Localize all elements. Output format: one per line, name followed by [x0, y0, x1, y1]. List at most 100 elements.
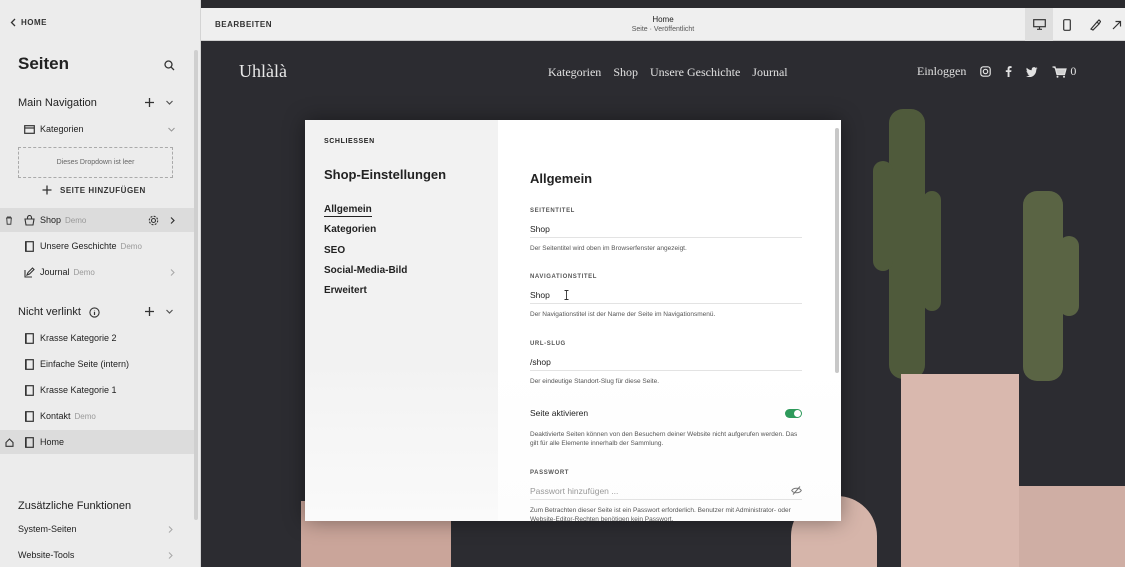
info-icon[interactable]	[89, 306, 100, 318]
cart-count: 0	[1070, 64, 1077, 78]
url-slug-input[interactable]: /shop	[530, 353, 802, 371]
demo-badge: Demo	[74, 411, 96, 421]
sidebar-item-kategorien[interactable]: Kategorien	[0, 117, 194, 141]
site-header-actions: Einloggen 0	[917, 64, 1076, 79]
sidebar-item-label: Krasse Kategorie 1	[40, 385, 117, 395]
enable-page-label: Seite aktivieren	[530, 408, 589, 418]
url-slug-label: URL-SLUG	[530, 341, 566, 347]
demo-badge: Demo	[65, 215, 87, 225]
sidebar-item-label: System-Seiten	[18, 524, 77, 534]
site-nav-item[interactable]: Journal	[752, 65, 787, 80]
settings-content-panel: Allgemein SEITENTITEL Shop Der Seitentit…	[498, 120, 841, 521]
chevron-left-icon	[10, 18, 16, 27]
sidebar-item-krasse-kategorie-1[interactable]: Krasse Kategorie 1	[0, 378, 194, 402]
desktop-view-icon[interactable]	[1025, 8, 1053, 41]
page-icon	[18, 436, 40, 448]
sidebar-scrollbar[interactable]	[194, 50, 198, 520]
search-icon[interactable]	[164, 58, 175, 76]
sidebar-item-website-tools[interactable]: Website-Tools	[18, 543, 176, 567]
sidebar-item-label: Einfache Seite (intern)	[40, 359, 130, 369]
settings-tab-kategorien[interactable]: Kategorien	[324, 224, 407, 244]
page-icon	[18, 384, 40, 396]
sidebar-item-journal[interactable]: Journal Demo	[0, 260, 194, 284]
expand-arrow-icon[interactable]	[1109, 8, 1125, 41]
chevron-down-icon[interactable]	[165, 98, 174, 107]
site-nav-item[interactable]: Unsere Geschichte	[650, 65, 740, 80]
gear-icon[interactable]	[148, 215, 159, 226]
cactus-image	[889, 109, 925, 379]
blog-icon	[18, 266, 40, 278]
page-icon	[18, 332, 40, 344]
chevron-right-icon[interactable]	[169, 216, 176, 225]
home-link-label: HOME	[21, 18, 47, 27]
sidebar-item-label: Journal	[40, 267, 70, 277]
sidebar-item-label: Shop	[40, 215, 62, 225]
editor-topbar: BEARBEITEN Home Seite · Veröffentlicht	[201, 8, 1125, 41]
sidebar-title: Seiten	[18, 54, 70, 73]
url-slug-help: Der eindeutige Standort-Slug für diese S…	[530, 378, 659, 385]
twitter-icon[interactable]	[1026, 66, 1038, 77]
sidebar-item-shop[interactable]: Shop Demo	[0, 208, 194, 232]
site-logo[interactable]: Uhlàlà	[239, 61, 287, 82]
settings-tab-label: Allgemein	[324, 204, 372, 217]
page-title-value: Shop	[530, 223, 550, 234]
page-title-input[interactable]: Shop	[530, 220, 802, 238]
close-button[interactable]: SCHLIESSEN	[324, 138, 375, 145]
site-nav-item[interactable]: Shop	[613, 65, 638, 80]
sidebar-item-label: Krasse Kategorie 2	[40, 333, 117, 343]
modal-scrollbar[interactable]	[835, 128, 839, 373]
login-link[interactable]: Einloggen	[917, 64, 966, 79]
nav-title-help: Der Navigationstitel ist der Name der Se…	[530, 311, 716, 318]
site-nav-item[interactable]: Kategorien	[548, 65, 601, 80]
sidebar-item-kontakt[interactable]: Kontakt Demo	[0, 404, 194, 428]
settings-tab-social-image[interactable]: Social-Media-Bild	[324, 265, 407, 285]
sidebar-item-krasse-kategorie-2[interactable]: Krasse Kategorie 2	[0, 326, 194, 350]
sidebar-item-label: Kontakt	[40, 411, 71, 421]
instagram-icon[interactable]	[980, 66, 992, 77]
settings-tab-seo[interactable]: SEO	[324, 245, 407, 265]
facebook-icon[interactable]	[1005, 66, 1012, 77]
password-help: Zum Betrachten dieser Seite ist ein Pass…	[530, 507, 791, 521]
settings-menu-panel: SCHLIESSEN Shop-Einstellungen Allgemein …	[305, 120, 498, 521]
not-linked-label: Nicht verlinkt	[18, 306, 81, 318]
cart-link[interactable]: 0	[1052, 64, 1076, 79]
url-slug-value: /shop	[530, 356, 551, 367]
sidebar-item-home[interactable]: Home	[0, 430, 194, 454]
sidebar-item-label: Website-Tools	[18, 550, 75, 560]
sidebar-item-label: Unsere Geschichte	[40, 241, 117, 251]
chevron-down-icon[interactable]	[167, 125, 176, 134]
chevron-right-icon[interactable]	[169, 268, 176, 277]
add-page-button[interactable]: SEITE HINZUFÜGEN	[42, 185, 146, 195]
planter-image	[901, 374, 1019, 567]
password-label: PASSWORT	[530, 470, 570, 476]
settings-menu: Allgemein Kategorien SEO Social-Media-Bi…	[324, 204, 407, 305]
not-linked-header: Nicht verlinkt	[18, 306, 100, 318]
folder-icon	[18, 124, 40, 134]
text-cursor-icon	[564, 289, 569, 300]
sidebar-item-unsere-geschichte[interactable]: Unsere Geschichte Demo	[0, 234, 194, 258]
settings-tab-erweitert[interactable]: Erweitert	[324, 285, 407, 305]
cactus-arm-image	[923, 191, 941, 311]
sidebar-item-system-pages[interactable]: System-Seiten	[18, 517, 176, 541]
page-icon	[18, 410, 40, 422]
eye-off-icon[interactable]	[791, 486, 802, 495]
chevron-right-icon	[168, 525, 173, 533]
cactus-arm-image	[873, 161, 893, 271]
enable-page-toggle[interactable]	[785, 408, 802, 418]
nav-title-input[interactable]: Shop	[530, 286, 802, 304]
plus-icon[interactable]	[144, 97, 155, 108]
chevron-down-icon[interactable]	[165, 307, 174, 316]
style-brush-icon[interactable]	[1081, 8, 1109, 41]
enable-page-row: Seite aktivieren	[530, 408, 802, 418]
demo-badge: Demo	[120, 241, 142, 251]
password-input[interactable]: Passwort hinzufügen ...	[530, 482, 802, 500]
enable-page-help: Deaktivierte Seiten können von den Besuc…	[530, 431, 798, 447]
page-icon	[18, 240, 40, 252]
settings-tab-allgemein[interactable]: Allgemein	[324, 204, 407, 224]
demo-badge: Demo	[73, 267, 95, 277]
mobile-view-icon[interactable]	[1053, 8, 1081, 41]
trash-icon[interactable]	[0, 216, 18, 225]
sidebar-item-einfache-seite[interactable]: Einfache Seite (intern)	[0, 352, 194, 376]
plus-icon[interactable]	[144, 306, 155, 317]
home-link[interactable]: HOME	[10, 18, 47, 27]
